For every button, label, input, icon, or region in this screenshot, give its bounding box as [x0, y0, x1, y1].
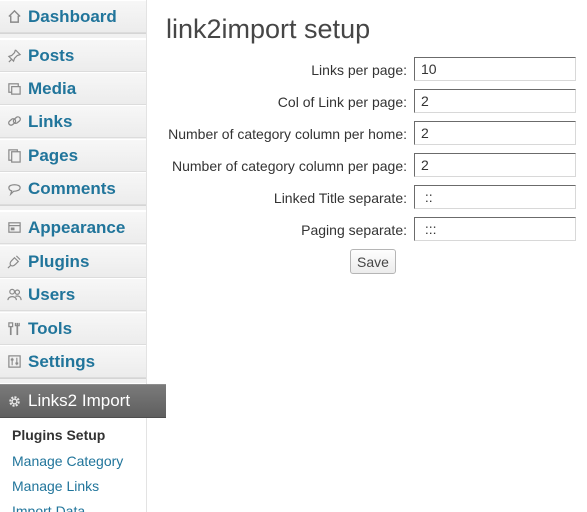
menu-item-users[interactable]: Users — [0, 278, 146, 311]
users-icon — [6, 287, 22, 303]
dashboard-icon — [6, 9, 22, 25]
field-label: Linked Title separate: — [273, 190, 407, 206]
form-row-paging-separate: Paging separate: — [150, 217, 577, 243]
page-title: link2import setup — [166, 14, 371, 44]
field-label: Col of Link per page: — [277, 94, 407, 110]
link-icon — [6, 114, 22, 130]
field-label: Number of category column per page: — [171, 158, 407, 174]
menu-item-label: Posts — [28, 45, 75, 65]
menu-item-pages[interactable]: Pages — [0, 139, 146, 172]
menu-item-label: Comments — [28, 178, 116, 198]
menu-item-label: Links — [28, 111, 73, 131]
menu-item-label: Media — [28, 78, 77, 98]
pages-icon — [6, 148, 22, 164]
menu-item-posts[interactable]: Posts — [0, 39, 146, 72]
menu-item-dashboard[interactable]: Dashboard — [0, 0, 146, 33]
form-row-links-per-page: Links per page: — [150, 57, 577, 83]
gear-icon — [6, 393, 22, 409]
media-icon — [6, 81, 22, 97]
settings-icon — [6, 354, 22, 370]
submenu-item-manage-links[interactable]: Manage Links — [12, 478, 99, 494]
form-row-category-column-home: Number of category column per home: — [150, 121, 577, 147]
submenu-item-plugins-setup[interactable]: Plugins Setup — [12, 427, 105, 443]
admin-sidebar: Dashboard Posts Media Links Pages Commen… — [0, 0, 147, 512]
plug-icon — [6, 254, 22, 270]
linked-title-separator-input[interactable] — [414, 185, 576, 209]
menu-item-tools[interactable]: Tools — [0, 312, 146, 345]
paging-separator-input[interactable] — [414, 217, 576, 241]
menu-item-label: Settings — [28, 351, 96, 371]
comment-icon — [6, 181, 22, 197]
col-of-link-input[interactable] — [414, 89, 576, 113]
submenu: Plugins Setup Manage Category Manage Lin… — [0, 418, 146, 512]
menu-item-links2-import[interactable]: Links2 Import — [0, 384, 166, 418]
menu-item-label: Users — [28, 284, 76, 304]
pushpin-icon — [6, 48, 22, 64]
category-column-home-input[interactable] — [414, 121, 576, 145]
menu-item-plugins[interactable]: Plugins — [0, 245, 146, 278]
field-label: Number of category column per home: — [168, 126, 407, 142]
submenu-item-manage-category[interactable]: Manage Category — [12, 453, 123, 469]
menu-item-label: Dashboard — [28, 6, 117, 26]
menu-item-label: Appearance — [28, 217, 126, 237]
menu-item-media[interactable]: Media — [0, 72, 146, 105]
save-button[interactable]: Save — [350, 249, 396, 274]
category-column-page-input[interactable] — [414, 153, 576, 177]
submenu-item-import-data[interactable]: Import Data — [12, 503, 85, 512]
menu-item-label: Tools — [28, 318, 73, 338]
form-row-category-column-page: Number of category column per page: — [150, 153, 577, 179]
form-row-col-of-link: Col of Link per page: — [150, 89, 577, 115]
menu-item-appearance[interactable]: Appearance — [0, 211, 146, 244]
field-label: Links per page: — [311, 62, 407, 78]
menu-item-settings[interactable]: Settings — [0, 345, 146, 378]
menu-item-label: Links2 Import — [28, 391, 131, 410]
field-label: Paging separate: — [301, 222, 407, 238]
form-row-linked-title-separate: Linked Title separate: — [150, 185, 577, 211]
menu-item-links[interactable]: Links — [0, 105, 146, 138]
menu-item-label: Pages — [28, 145, 79, 165]
menu-item-comments[interactable]: Comments — [0, 172, 146, 205]
links-per-page-input[interactable] — [414, 57, 576, 81]
appearance-icon — [6, 220, 22, 236]
tools-icon — [6, 321, 22, 337]
menu-item-label: Plugins — [28, 251, 90, 271]
